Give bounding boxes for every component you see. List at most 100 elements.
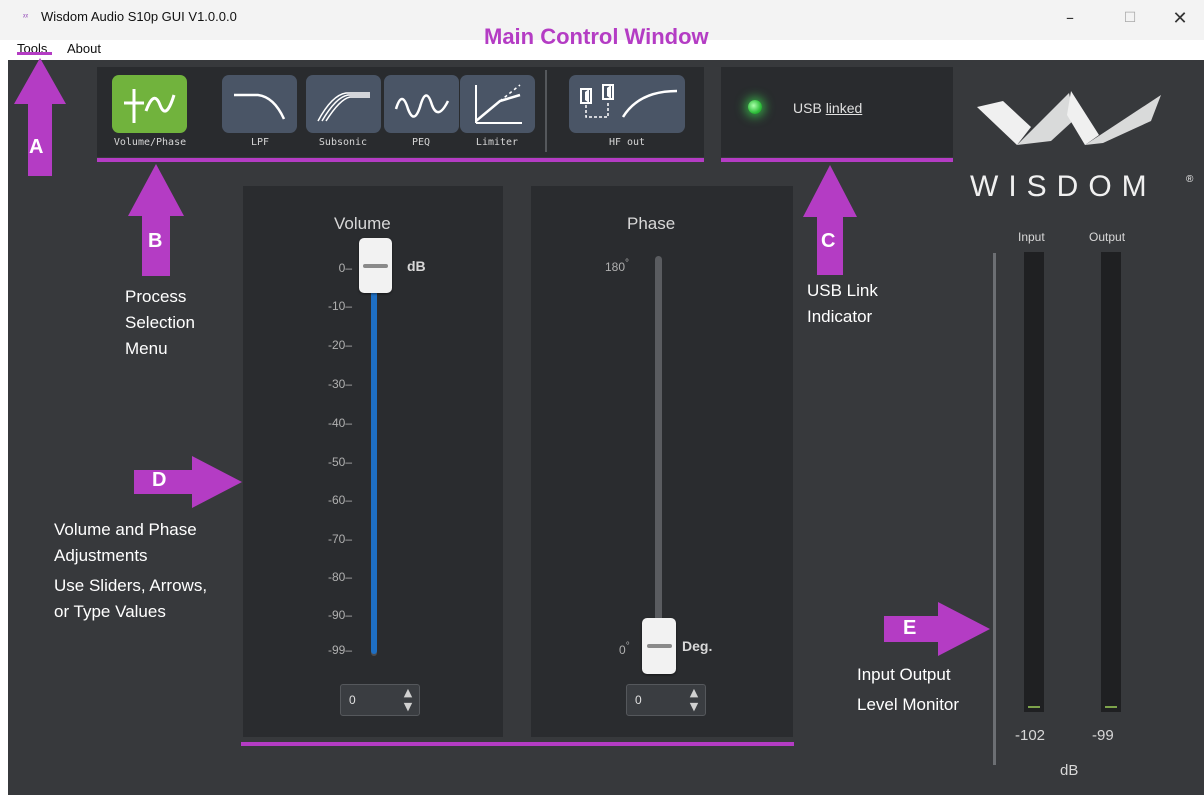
process-label-hf-out: HF out [608, 137, 646, 148]
grip-icon [647, 644, 672, 648]
spin-up-icon[interactable]: ▲ [399, 686, 417, 700]
menu-about[interactable]: About [67, 41, 101, 56]
annotation-text-b: Process Selection Menu [125, 284, 195, 362]
annotation-line: Level Monitor [857, 695, 960, 714]
annotation-line: Process [125, 287, 187, 306]
wisdom-logo-icon [977, 91, 1161, 145]
minimize-button[interactable]: – [1050, 8, 1090, 27]
annotation-arrow-c-icon [803, 165, 857, 275]
volume-slider-fill [371, 290, 377, 654]
annotation-line: Selection [125, 313, 195, 332]
subsonic-icon [317, 92, 370, 122]
phase-max-value: 180 [605, 260, 626, 274]
phase-slider-track[interactable] [655, 256, 662, 666]
hf-out-icon [580, 84, 678, 118]
annotation-letter-e: E [903, 617, 917, 639]
annotation-text-c: USB Link Indicator [807, 278, 878, 330]
grip-icon [363, 264, 388, 268]
maximize-button[interactable]: ☐ [1110, 10, 1150, 26]
volume-tick: -40– [327, 416, 352, 430]
phase-min-value: 0 [619, 643, 626, 657]
close-button[interactable]: ✕ [1160, 8, 1200, 29]
process-label-volume-phase: Volume/Phase [113, 137, 187, 148]
annotation-line: Use Sliders, Arrows, [54, 576, 208, 595]
registered-mark: ® [1186, 174, 1194, 185]
volume-value-input[interactable]: 0 [349, 693, 356, 707]
annotation-text-e: Input Output Level Monitor [857, 662, 959, 718]
annotation-line: USB Link [807, 281, 878, 300]
volume-tick: -10– [327, 299, 352, 313]
input-level-value: -102 [1015, 727, 1046, 744]
volume-tick: -90– [327, 608, 352, 622]
process-label-lpf: LPF [250, 137, 270, 148]
annotation-line: Indicator [807, 307, 873, 326]
meter-unit-label: dB [1060, 762, 1079, 779]
annotation-letter-a: A [29, 136, 44, 158]
volume-title: Volume [334, 214, 391, 233]
volume-tick: -99– [327, 643, 352, 657]
volume-phase-icon [124, 89, 176, 123]
phase-spinbox[interactable]: 0 ▲ ▼ [626, 684, 706, 716]
annotation-arrow-d-icon [134, 456, 242, 508]
output-level-meter [1101, 252, 1121, 712]
volume-spinbox[interactable]: 0 ▲ ▼ [340, 684, 420, 716]
app-icon: ᵡᵡ [23, 12, 29, 22]
process-label-limiter: Limiter [475, 137, 519, 148]
volume-tick: -60– [327, 493, 352, 507]
spin-down-icon[interactable]: ▼ [685, 700, 703, 714]
annotation-arrow-e-icon [884, 602, 990, 656]
annotation-arrow-b-icon [128, 164, 184, 276]
annotation-line: or Type Values [54, 602, 166, 621]
annotation-line: Menu [125, 339, 168, 358]
degree-mark: ° [625, 258, 630, 269]
peq-icon [394, 94, 450, 118]
annotation-letter-d: D [152, 469, 167, 491]
annotation-text-d: Volume and Phase Adjustments Use Sliders… [54, 517, 207, 625]
input-meter-label: Input [1018, 230, 1045, 244]
wisdom-logo-text: WISDOM [970, 170, 1157, 203]
output-meter-label: Output [1089, 230, 1126, 244]
usb-led-icon [748, 100, 762, 114]
meter-divider [993, 253, 996, 765]
process-button-subsonic[interactable] [306, 75, 381, 133]
lpf-icon [234, 93, 286, 120]
spin-up-icon[interactable]: ▲ [685, 686, 703, 700]
volume-tick: 0– [338, 261, 352, 275]
input-level-indicator [1028, 706, 1040, 708]
window-title: Wisdom Audio S10p GUI V1.0.0.0 [41, 9, 237, 24]
annotation-title: Main Control Window [484, 24, 709, 49]
volume-unit-label: dB [407, 258, 426, 274]
output-level-value: -99 [1092, 727, 1114, 744]
process-button-lpf[interactable] [222, 75, 297, 133]
limiter-icon [475, 84, 522, 124]
process-button-volume-phase[interactable] [112, 75, 187, 133]
phase-min-label: 0° [619, 641, 630, 657]
annotation-line: Volume and Phase [54, 520, 197, 539]
spin-down-icon[interactable]: ▼ [399, 700, 417, 714]
annotation-underline-tools [17, 52, 52, 55]
degree-mark: ° [625, 641, 630, 652]
annotation-letter-c: C [821, 230, 836, 252]
usb-status-link[interactable]: linked [826, 100, 863, 116]
output-level-indicator [1105, 706, 1117, 708]
usb-status-text: USB linked [793, 100, 862, 116]
volume-tick: -20– [327, 338, 352, 352]
input-level-meter [1024, 252, 1044, 712]
annotation-underline-usb [721, 158, 953, 162]
usb-prefix: USB [793, 100, 822, 116]
phase-value-input[interactable]: 0 [635, 693, 642, 707]
annotation-underline-process [97, 158, 704, 162]
volume-tick: -70– [327, 532, 352, 546]
process-label-subsonic: Subsonic [318, 137, 368, 148]
phase-slider-handle[interactable] [642, 618, 676, 674]
annotation-line: Input Output [857, 665, 951, 684]
volume-tick: -50– [327, 455, 352, 469]
volume-slider-handle[interactable] [359, 238, 392, 293]
annotation-underline-adjustments [241, 742, 794, 746]
annotation-line: Adjustments [54, 546, 148, 565]
phase-max-label: 180° [605, 258, 629, 274]
process-button-hf-out[interactable] [569, 75, 685, 133]
process-button-peq[interactable] [384, 75, 459, 133]
process-button-limiter[interactable] [460, 75, 535, 133]
volume-tick: -80– [327, 570, 352, 584]
